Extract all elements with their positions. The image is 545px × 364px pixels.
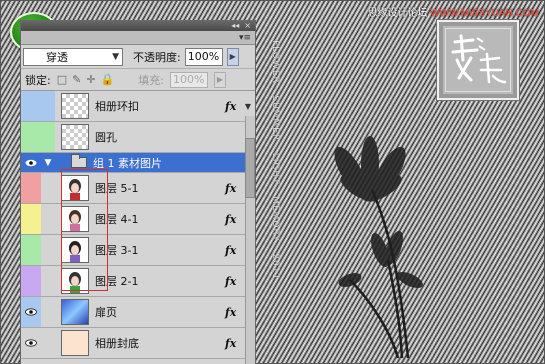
layer-thumbnail — [61, 330, 89, 356]
panel-menu-icon[interactable]: ▾≡ — [239, 33, 251, 43]
blend-mode-value: 穿透 — [46, 50, 68, 64]
chevron-down-icon[interactable]: ▼ — [241, 102, 255, 111]
layer-row[interactable]: 相册封底 fx ▼ — [21, 328, 255, 359]
panel-titlebar[interactable]: ◂◂ × — [21, 20, 255, 31]
layer-name: 图层 5-1 — [95, 182, 139, 195]
blend-mode-select[interactable]: 穿透 ▼ — [23, 47, 123, 66]
flower-silhouette — [334, 136, 423, 359]
layer-row[interactable]: 图层 4-1 fx ▼ — [21, 204, 255, 235]
side-decorative-text: FLOWER · SUMMER · LIGHT · MEMORY · 2011 — [270, 40, 280, 281]
chevron-down-icon[interactable]: ▼ — [41, 158, 55, 168]
fx-icon[interactable]: fx — [225, 337, 241, 350]
panel-tab-bar: ▾≡ — [21, 31, 255, 45]
layer-color-tag — [21, 122, 35, 152]
fx-icon[interactable]: fx — [225, 244, 241, 257]
visibility-toggle[interactable] — [21, 266, 41, 296]
eye-icon[interactable] — [21, 153, 41, 172]
layer-name: 相册环扣 — [95, 100, 139, 113]
folder-icon — [71, 154, 87, 168]
group-name: 组 1 素材图片 — [93, 156, 162, 170]
visibility-toggle[interactable] — [35, 122, 55, 152]
eye-icon[interactable] — [21, 328, 41, 358]
fx-icon[interactable]: fx — [225, 182, 241, 195]
fill-slider-button[interactable]: ▶ — [213, 71, 226, 88]
fx-icon[interactable]: fx — [225, 213, 241, 226]
visibility-toggle[interactable] — [35, 91, 55, 121]
lock-transparent-pixels-icon[interactable]: □ — [57, 73, 67, 86]
lock-fill-row: 锁定: □ ✎ ✛ 🔒 填充: 100% ▶ — [21, 69, 255, 91]
scrollbar-thumb[interactable] — [245, 138, 255, 198]
layer-row[interactable]: 圆孔 — [21, 122, 255, 153]
layer-group-row[interactable]: ▼ 组 1 素材图片 — [21, 153, 255, 173]
layer-name: 图层 4-1 — [95, 213, 139, 226]
collapse-panel-icon[interactable]: ◂◂ — [231, 21, 239, 30]
lock-icons: □ ✎ ✛ 🔒 — [57, 73, 115, 86]
fx-icon[interactable]: fx — [225, 100, 241, 113]
opacity-slider-button[interactable]: ▶ — [226, 47, 239, 66]
layer-name: 扉页 — [95, 306, 117, 319]
layer-row[interactable]: 图层 2-1 fx ▼ — [21, 266, 255, 297]
lock-label: 锁定: — [25, 73, 51, 87]
layer-list: 相册环扣 fx ▼ 圆孔 ▼ 组 1 素材图片 图层 5-1 fx 图层 4-1… — [21, 91, 255, 359]
layer-name: 图层 2-1 — [95, 275, 139, 288]
seal-inner-border — [445, 28, 511, 92]
fx-icon[interactable]: fx — [225, 306, 241, 319]
selection-highlight-box — [61, 169, 108, 291]
fx-icon[interactable]: fx — [225, 275, 241, 288]
layers-panel: ◂◂ × ▾≡ 穿透 ▼ 不透明度: 100% ▶ 锁定: □ ✎ ✛ 🔒 填充… — [20, 20, 256, 364]
layer-color-tag — [21, 91, 35, 121]
layer-row[interactable]: 图层 3-1 fx ▼ — [21, 235, 255, 266]
watermark-url: WWW.MISSYUAN.COM — [430, 8, 539, 19]
layer-name: 相册封底 — [95, 337, 139, 350]
watermark: 思缘设计论坛 WWW.MISSYUAN.COM — [367, 4, 539, 19]
eye-icon[interactable] — [21, 297, 41, 327]
layer-row[interactable]: 相册环扣 fx ▼ — [21, 91, 255, 122]
lock-all-icon[interactable]: 🔒 — [101, 73, 115, 86]
layer-name: 圆孔 — [95, 131, 117, 144]
visibility-toggle[interactable] — [21, 235, 41, 265]
opacity-input[interactable]: 100% — [184, 47, 223, 66]
layer-thumbnail — [61, 93, 89, 119]
layer-row[interactable]: 扉页 fx ▼ — [21, 297, 255, 328]
visibility-toggle[interactable] — [21, 204, 41, 234]
watermark-site-name: 思缘设计论坛 — [367, 8, 428, 19]
layer-name: 图层 3-1 — [95, 244, 139, 257]
fill-label: 填充: — [138, 73, 164, 87]
fill-input[interactable]: 100% — [169, 71, 208, 88]
opacity-label: 不透明度: — [133, 50, 181, 64]
visibility-toggle[interactable] — [21, 173, 41, 203]
layer-row[interactable]: 图层 5-1 fx ▼ — [21, 173, 255, 204]
lock-image-pixels-icon[interactable]: ✎ — [72, 73, 81, 86]
seal-stamp — [436, 19, 520, 101]
lock-position-icon[interactable]: ✛ — [86, 73, 95, 86]
close-panel-icon[interactable]: × — [244, 21, 251, 30]
layer-thumbnail — [61, 299, 89, 325]
blend-opacity-row: 穿透 ▼ 不透明度: 100% ▶ — [21, 45, 255, 69]
seal-calligraphy-icon — [451, 34, 507, 84]
chevron-down-icon: ▼ — [112, 51, 119, 62]
layer-thumbnail — [61, 124, 89, 150]
